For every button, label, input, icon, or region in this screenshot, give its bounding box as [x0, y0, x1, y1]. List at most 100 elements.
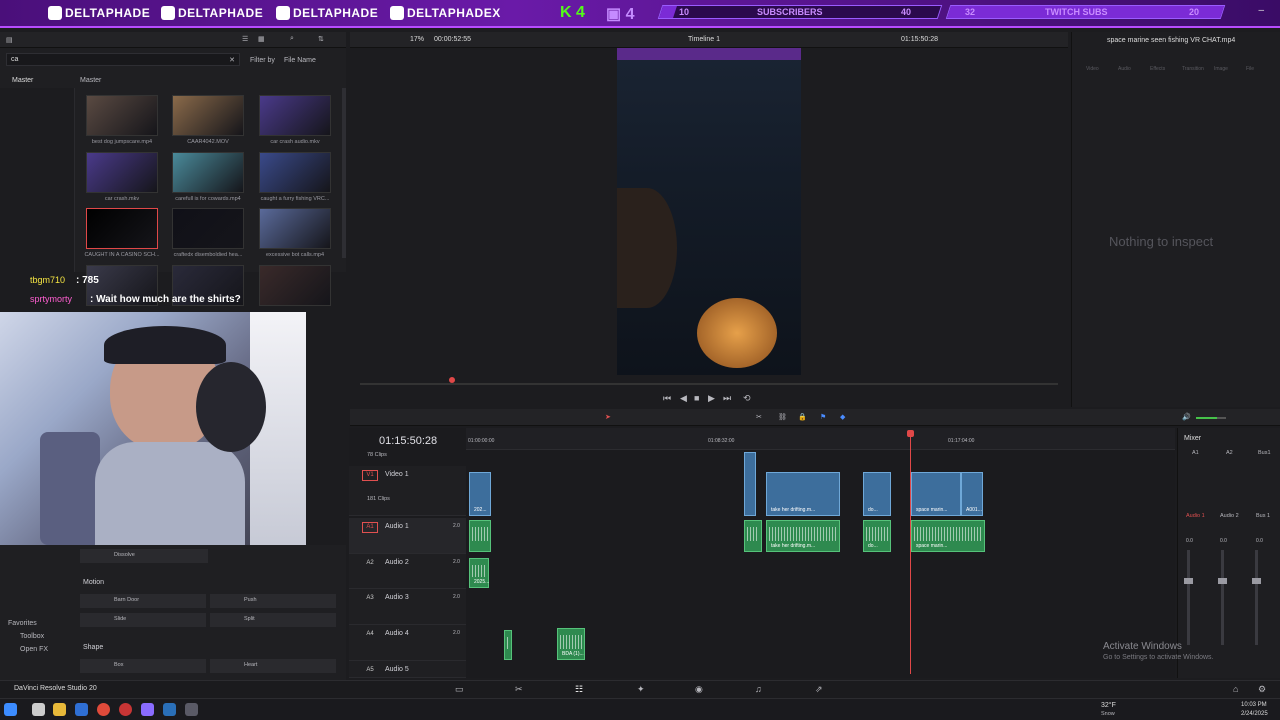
reverse-icon[interactable]: ◀ — [680, 393, 687, 404]
fader-a2[interactable] — [1218, 578, 1227, 584]
prev-clip-icon[interactable]: ⏮ — [663, 393, 671, 404]
clip-thumbnail[interactable] — [86, 208, 158, 249]
audio-clip[interactable]: space marin... — [911, 520, 985, 552]
video-clip[interactable]: A001... — [961, 472, 983, 516]
volume-icon[interactable]: 🔊 — [1182, 413, 1191, 421]
track-badge[interactable]: A4 — [362, 629, 378, 640]
track-badge[interactable]: A2 — [362, 558, 378, 569]
deliver-page-icon[interactable]: ⇗ — [815, 684, 823, 695]
video-clip[interactable]: 202... — [469, 472, 491, 516]
video-clip[interactable]: take her drifting.m... — [766, 472, 840, 516]
clip-thumbnail[interactable] — [172, 208, 244, 249]
file-explorer-icon[interactable] — [53, 703, 66, 716]
obs-icon[interactable] — [119, 703, 132, 716]
grid-view-icon[interactable]: ▦ — [258, 35, 265, 43]
playhead-handle[interactable] — [907, 430, 914, 437]
track-header-a5[interactable]: A5 Audio 5 — [349, 661, 466, 678]
fusion-page-icon[interactable]: ✦ — [637, 684, 645, 695]
clip-thumbnail[interactable] — [259, 95, 331, 136]
play-icon[interactable]: ▶ — [708, 393, 715, 404]
taskview-icon[interactable] — [32, 703, 45, 716]
video-clip[interactable] — [744, 452, 756, 516]
settings-icon[interactable]: ⚙ — [1258, 684, 1266, 695]
vscode-icon[interactable] — [75, 703, 88, 716]
effect-tile[interactable]: Box — [80, 659, 206, 673]
video-clip[interactable]: do... — [863, 472, 891, 516]
home-icon[interactable]: ⌂ — [1233, 684, 1238, 694]
timeline-ruler[interactable]: 01:00:00:00 01:08:32:00 01:17:04:00 — [466, 428, 1175, 450]
lock-icon[interactable]: 🔒 — [798, 413, 807, 421]
minimize-icon[interactable]: – — [1258, 5, 1264, 16]
audio-clip[interactable]: take her drifting.m... — [766, 520, 840, 552]
clip-thumbnail[interactable] — [259, 152, 331, 193]
selection-tool-icon[interactable]: ➤ — [605, 413, 611, 421]
sidebar-item-toolbox[interactable]: Toolbox — [20, 633, 44, 640]
effect-tile[interactable]: Dissolve — [80, 549, 208, 563]
track-badge[interactable]: A3 — [362, 593, 378, 604]
clip-thumbnail[interactable] — [86, 152, 158, 193]
tab-file[interactable]: File — [1246, 66, 1254, 72]
playhead-marker[interactable] — [449, 377, 455, 383]
track-badge[interactable]: V1 — [362, 470, 378, 481]
discord-icon[interactable] — [141, 703, 154, 716]
sort-icon[interactable]: ⇅ — [318, 35, 324, 43]
clip-thumbnail[interactable] — [259, 208, 331, 249]
chrome-icon[interactable] — [97, 703, 110, 716]
audio-clip[interactable]: do... — [863, 520, 891, 552]
media-page-icon[interactable]: ▭ — [455, 684, 464, 695]
steam-icon[interactable] — [163, 703, 176, 716]
sidebar-toggle-icon[interactable]: ▤ — [6, 36, 13, 44]
sidebar-item-openfx[interactable]: Open FX — [20, 646, 48, 653]
clip-thumbnail[interactable] — [172, 95, 244, 136]
track-badge[interactable]: A5 — [362, 665, 378, 676]
cut-page-icon[interactable]: ✂ — [515, 684, 523, 695]
track-header-a2[interactable]: A2 Audio 2 2.0 — [349, 554, 466, 589]
fader-a1[interactable] — [1184, 578, 1193, 584]
viewer-scrubber[interactable] — [360, 383, 1058, 385]
tab-transition[interactable]: Transition — [1182, 66, 1204, 72]
track-badge[interactable]: A1 — [362, 522, 378, 533]
timeline-selector[interactable]: Timeline 1 — [688, 36, 720, 43]
list-view-icon[interactable]: ☰ — [242, 35, 248, 43]
audio-clip[interactable] — [469, 520, 491, 552]
color-page-icon[interactable]: ◉ — [695, 684, 703, 695]
audio-clip[interactable] — [504, 630, 512, 660]
clip-thumbnail[interactable] — [172, 152, 244, 193]
audio-clip[interactable]: BDA (1)... — [557, 628, 585, 660]
sidebar-item-favorites[interactable]: Favorites — [8, 620, 37, 627]
stop-icon[interactable]: ■ — [694, 393, 699, 403]
tab-audio[interactable]: Audio — [1118, 66, 1131, 72]
fader-bus1[interactable] — [1252, 578, 1261, 584]
start-icon[interactable] — [4, 703, 17, 716]
track-header-a1[interactable]: A1 Audio 1 2.0 — [349, 518, 466, 554]
audio-clip[interactable]: 2025... — [469, 558, 489, 588]
link-icon[interactable]: ⛓ — [778, 413, 787, 421]
tab-effects[interactable]: Effects — [1150, 66, 1165, 72]
media-pool-scrollbar[interactable] — [342, 88, 346, 258]
track-header-v1[interactable]: V1 Video 1 181 Clips — [349, 466, 466, 516]
audio-clip[interactable] — [744, 520, 762, 552]
effect-tile[interactable]: Slide — [80, 613, 206, 627]
fairlight-page-icon[interactable]: ♫ — [755, 684, 762, 694]
tab-video[interactable]: Video — [1086, 66, 1099, 72]
clip-thumbnail[interactable] — [86, 95, 158, 136]
search-input[interactable]: ca ✕ — [6, 53, 240, 66]
clip-thumbnail[interactable] — [259, 265, 331, 306]
next-clip-icon[interactable]: ⏭ — [723, 393, 731, 404]
effect-tile[interactable]: Barn Door — [80, 594, 206, 608]
effect-tile[interactable]: Split — [210, 613, 336, 627]
zoom-level[interactable]: 17% — [410, 36, 424, 43]
clear-icon[interactable]: ✕ — [229, 56, 235, 64]
track-header-a4[interactable]: A4 Audio 4 2.0 — [349, 625, 466, 661]
tab-image[interactable]: Image — [1214, 66, 1228, 72]
search-icon[interactable]: ⌕ — [290, 35, 294, 43]
effect-tile[interactable]: Push — [210, 594, 336, 608]
volume-slider[interactable] — [1196, 417, 1226, 419]
track-header-a3[interactable]: A3 Audio 3 2.0 — [349, 589, 466, 625]
bin-master[interactable]: Master — [12, 77, 33, 84]
marker-icon[interactable]: ◆ — [840, 413, 845, 421]
timeline-playhead[interactable] — [910, 432, 911, 674]
flag-icon[interactable]: ⚑ — [820, 413, 826, 421]
razor-icon[interactable]: ✂ — [756, 413, 762, 421]
effect-tile[interactable]: Heart — [210, 659, 336, 673]
